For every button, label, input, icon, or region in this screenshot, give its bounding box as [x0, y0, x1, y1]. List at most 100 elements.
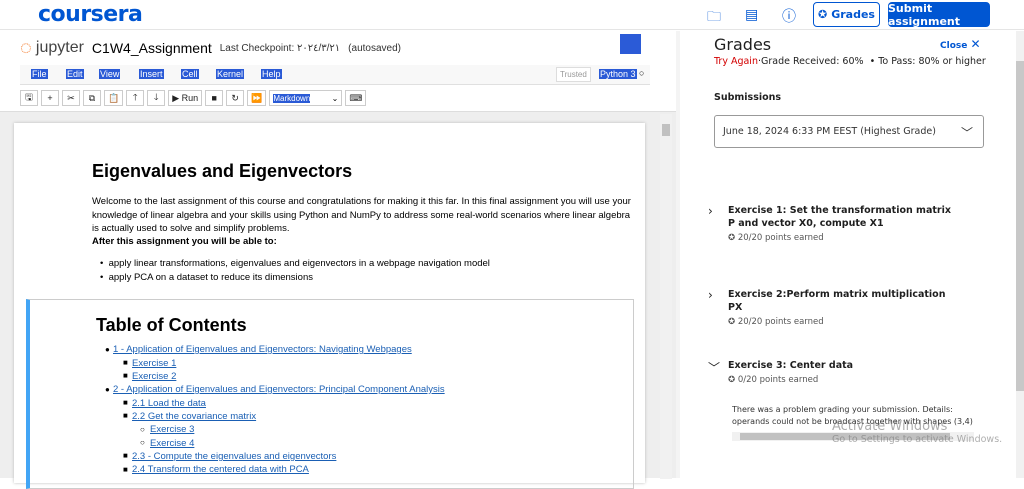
- coursera-logo[interactable]: coursera: [38, 2, 143, 27]
- grades-button[interactable]: ✪ Grades: [813, 2, 880, 27]
- run-label: Run: [181, 93, 199, 103]
- cut-icon[interactable]: ✂: [62, 90, 80, 106]
- watermark-line1: Activate Windows: [832, 419, 948, 434]
- exercise-points: 20/20 points earned: [737, 317, 824, 327]
- toc-link[interactable]: 2 - Application of Eigenvalues and Eigen…: [113, 384, 445, 395]
- copy-icon[interactable]: ⧉: [83, 90, 101, 106]
- goal-item: • apply linear transformations, eigenval…: [100, 258, 490, 269]
- close-button[interactable]: Close ✕: [940, 37, 981, 51]
- star-icon: ✪: [818, 8, 828, 21]
- notebook-area: Eigenvalues and Eigenvectors Welcome to …: [0, 111, 676, 489]
- exercise-item[interactable]: ﹀ Exercise 3: Center data ✪ 0/20 points ea…: [708, 359, 958, 385]
- jupyter-header: ◌ jupyter C1W4_Assignment Last Checkpoin…: [20, 34, 401, 62]
- notes-icon[interactable]: ▤: [745, 6, 758, 23]
- grade-status: Try Again·Grade Received: 60% • To Pass:…: [714, 56, 986, 67]
- menu-cell[interactable]: Cell: [181, 69, 199, 79]
- toc-link[interactable]: Exercise 2: [132, 371, 176, 382]
- menu-view[interactable]: View: [99, 69, 121, 79]
- toc-title: Table of Contents: [96, 315, 247, 335]
- toc-link[interactable]: Exercise 3: [150, 424, 194, 435]
- star-icon: ✪: [728, 375, 736, 385]
- submit-assignment-button[interactable]: Submit assignment: [888, 2, 990, 28]
- toc-link[interactable]: 2.1 Load the data: [132, 398, 206, 409]
- bullet: ■: [123, 371, 128, 380]
- toc-link[interactable]: Exercise 4: [150, 438, 194, 449]
- chevron-right-icon[interactable]: ›: [708, 204, 713, 218]
- close-label: Close: [940, 41, 968, 51]
- scroll-thumb[interactable]: [1016, 61, 1024, 391]
- bullet: ■: [123, 411, 128, 420]
- bullet: ■: [123, 398, 128, 407]
- submission-dropdown[interactable]: June 18, 2024 6:33 PM EEST (Highest Grad…: [714, 115, 984, 148]
- exercise-item[interactable]: › Exercise 2:Perform matrix multiplicatio…: [708, 288, 958, 327]
- stop-icon[interactable]: ■: [205, 90, 224, 106]
- exercise-points: 0/20 points earned: [737, 375, 819, 385]
- menu-kernel[interactable]: Kernel: [216, 69, 245, 79]
- exercise-name: Exercise 1: Set the transformation matri…: [728, 205, 951, 229]
- toc-link[interactable]: 2.4 Transform the centered data with PCA: [132, 464, 309, 475]
- keyboard-icon[interactable]: ⌨: [345, 90, 367, 106]
- jupyter-panel: ◌ jupyter C1W4_Assignment Last Checkpoin…: [0, 31, 676, 489]
- bullet: ●: [105, 345, 110, 354]
- watermark-line2: Go to Settings to activate Windows.: [832, 434, 1003, 445]
- kernel-name[interactable]: Python 3: [599, 69, 637, 79]
- notebook-page: Eigenvalues and Eigenvectors Welcome to …: [14, 123, 645, 489]
- help-icon[interactable]: ⓘ: [782, 6, 796, 26]
- run-button[interactable]: ▶ Run: [168, 90, 203, 106]
- after-text: After this assignment you will be able t…: [92, 236, 277, 247]
- kernel-status-icon: ○: [639, 68, 645, 78]
- try-again-label: Try Again: [714, 56, 758, 67]
- star-icon: ✪: [728, 233, 736, 243]
- scroll-thumb[interactable]: [662, 124, 670, 136]
- exercise-name: Exercise 2:Perform matrix multiplication…: [728, 289, 946, 313]
- star-icon: ✪: [728, 317, 736, 327]
- python-logo-icon: [620, 34, 641, 54]
- goal-item: • apply PCA on a dataset to reduce its d…: [100, 272, 313, 283]
- autosaved-text: (autosaved): [348, 42, 401, 54]
- toc-link[interactable]: 1 - Application of Eigenvalues and Eigen…: [113, 344, 412, 355]
- bullet: ■: [123, 358, 128, 367]
- paste-icon[interactable]: 📋: [104, 90, 124, 106]
- cell-type-value: Markdown: [273, 93, 311, 103]
- fast-forward-icon[interactable]: ⏩: [247, 90, 267, 106]
- toc-cell[interactable]: Table of Contents ● 1 - Application of E…: [26, 299, 634, 489]
- grade-received: ·Grade Received: 60%: [757, 56, 864, 67]
- exercise-item[interactable]: › Exercise 1: Set the transformation matr…: [708, 204, 958, 243]
- trusted-indicator[interactable]: Trusted: [556, 67, 591, 82]
- menu-file[interactable]: File: [31, 69, 48, 79]
- toc-link[interactable]: 2.3 - Compute the eigenvalues and eigenv…: [132, 451, 336, 462]
- notebook-title: Eigenvalues and Eigenvectors: [92, 161, 353, 181]
- toc-link[interactable]: Exercise 1: [132, 358, 176, 369]
- move-up-icon[interactable]: 🡑: [126, 90, 145, 106]
- folder-icon[interactable]: 🗀: [707, 6, 721, 30]
- toc-link[interactable]: 2.2 Get the covariance matrix: [132, 411, 256, 422]
- bullet: ■: [123, 465, 128, 474]
- chevron-down-icon[interactable]: ﹀: [708, 359, 720, 376]
- add-cell-icon[interactable]: +: [41, 90, 59, 106]
- menubar: File Edit View Insert Cell Kernel Help T…: [20, 65, 650, 85]
- cell-type-select[interactable]: Markdown ⌄: [269, 90, 343, 106]
- chevron-right-icon[interactable]: ›: [708, 288, 713, 302]
- grades-button-label: Grades: [831, 8, 875, 21]
- coursera-header: coursera 🗀 ▤ ⓘ ✪ Grades Submit assignment: [0, 0, 1024, 30]
- error-line: There was a problem grading your submiss…: [732, 405, 953, 414]
- menu-edit[interactable]: Edit: [66, 69, 84, 79]
- menu-help[interactable]: Help: [261, 69, 282, 79]
- activate-windows-watermark: Activate Windows Go to Settings to activ…: [832, 419, 1003, 445]
- chevron-down-icon: ﹀: [960, 126, 973, 140]
- pass-threshold: • To Pass: 80% or higher: [869, 56, 986, 67]
- restart-icon[interactable]: ↻: [226, 90, 245, 106]
- close-icon: ✕: [970, 37, 981, 51]
- exercise-name: Exercise 3: Center data: [728, 360, 854, 371]
- menu-insert[interactable]: Insert: [139, 69, 164, 79]
- notebook-scrollbar[interactable]: [660, 114, 672, 479]
- move-down-icon[interactable]: 🡓: [147, 90, 166, 106]
- jupyter-logo-icon[interactable]: ◌: [20, 37, 32, 60]
- bullet: ○: [140, 438, 145, 447]
- goal-text: apply linear transformations, eigenvalue…: [108, 258, 490, 269]
- save-icon[interactable]: 🖫: [20, 90, 38, 106]
- grades-scrollbar[interactable]: [1016, 31, 1024, 478]
- notebook-name[interactable]: C1W4_Assignment: [92, 40, 212, 56]
- submissions-label: Submissions: [714, 92, 782, 103]
- intro-text: Welcome to the last assignment of this c…: [92, 196, 631, 234]
